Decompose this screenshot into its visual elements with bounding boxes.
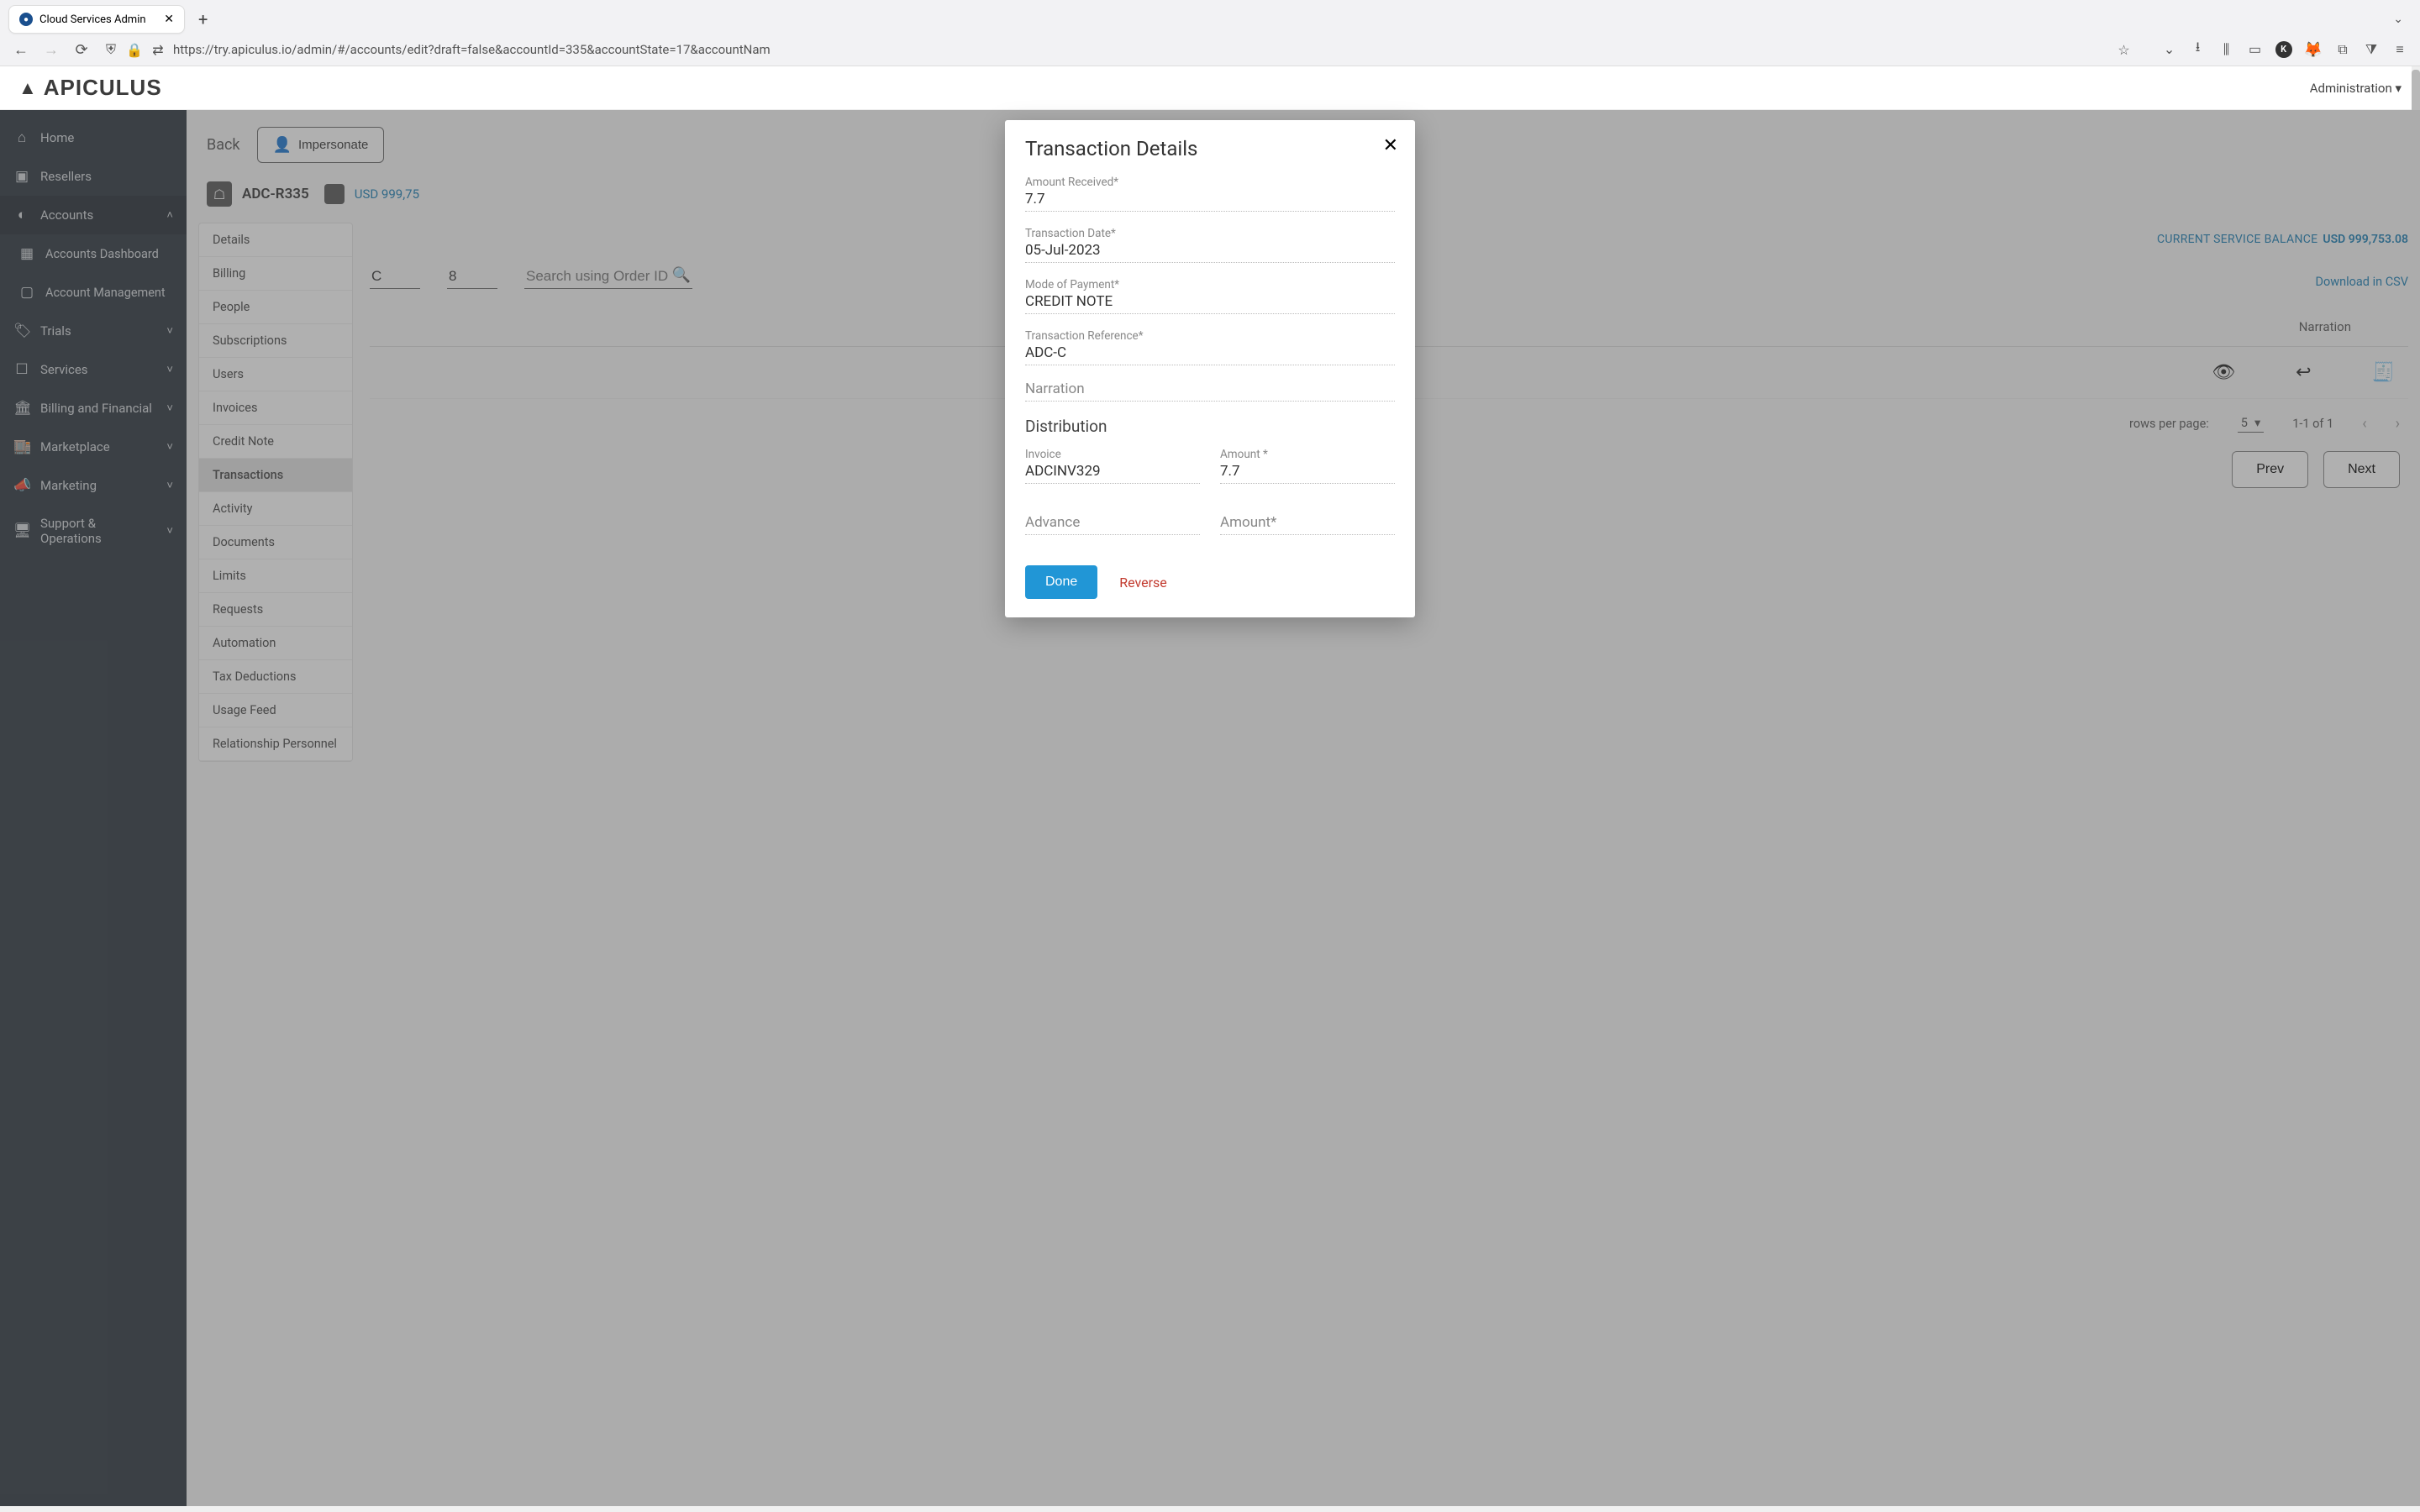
url-text: https://try.apiculus.io/admin/#/accounts…: [173, 42, 2109, 57]
label-invoice: Invoice: [1025, 448, 1200, 461]
placeholder-advance: Advance: [1025, 514, 1200, 535]
label-transaction-date: Transaction Date*: [1025, 227, 1395, 240]
value-transaction-date: 05-Jul-2023: [1025, 242, 1395, 263]
ext-crop-icon[interactable]: ⧉: [2334, 41, 2351, 58]
label-transaction-ref: Transaction Reference*: [1025, 329, 1395, 343]
transaction-details-modal: Transaction Details ✕ Amount Received* 7…: [1005, 120, 1415, 617]
value-amount-received: 7.7: [1025, 191, 1395, 212]
label-mode-of-payment: Mode of Payment*: [1025, 278, 1395, 291]
value-mode-of-payment: CREDIT NOTE: [1025, 293, 1395, 314]
reverse-button[interactable]: Reverse: [1119, 575, 1167, 591]
label-dist-amount: Amount *: [1220, 448, 1395, 461]
field-narration[interactable]: Narration: [1025, 381, 1395, 402]
field-advance-amount[interactable]: Amount*: [1220, 514, 1395, 535]
url-bar[interactable]: ⛨ 🔒 ⇄ https://try.apiculus.io/admin/#/ac…: [103, 41, 2133, 58]
modal-title: Transaction Details: [1025, 137, 1395, 160]
chevron-down-icon: ▾: [2395, 81, 2402, 96]
logo-text: APICULUS: [44, 75, 162, 101]
app-logo[interactable]: APICULUS: [18, 75, 162, 101]
browser-chrome: ● Cloud Services Admin ✕ + ⌄ ← → ⟳ ⛨ 🔒 ⇄…: [0, 0, 2420, 66]
field-transaction-date[interactable]: Transaction Date* 05-Jul-2023: [1025, 227, 1395, 263]
field-amount-received[interactable]: Amount Received* 7.7: [1025, 176, 1395, 212]
shield-icon[interactable]: ⛨: [103, 41, 119, 58]
field-advance[interactable]: Advance: [1025, 514, 1200, 535]
ext-metamask-icon[interactable]: 🦊: [2304, 41, 2323, 59]
lock-icon[interactable]: 🔒: [126, 41, 143, 58]
pocket-icon[interactable]: ⌄: [2161, 41, 2178, 58]
ext-k-icon[interactable]: K: [2275, 41, 2292, 58]
permissions-icon[interactable]: ⇄: [150, 41, 166, 58]
extensions-icon[interactable]: ⧩: [2363, 41, 2380, 58]
toolbar-extensions: ⌄ ⭳ ⫼ ▭ K 🦊 ⧉ ⧩ ≡: [2161, 41, 2408, 59]
distribution-row-1: Invoice ADCINV329 Amount * 7.7: [1025, 448, 1395, 499]
field-transaction-ref[interactable]: Transaction Reference* ADC-C: [1025, 329, 1395, 365]
reader-icon[interactable]: ▭: [2247, 41, 2264, 58]
field-dist-amount[interactable]: Amount * 7.7: [1220, 448, 1395, 484]
star-icon[interactable]: ☆: [2116, 41, 2133, 58]
field-mode-of-payment[interactable]: Mode of Payment* CREDIT NOTE: [1025, 278, 1395, 314]
distribution-title: Distribution: [1025, 417, 1395, 436]
admin-dropdown[interactable]: Administration ▾: [2310, 81, 2402, 96]
logo-mark-icon: [18, 77, 39, 99]
forward-icon[interactable]: →: [42, 40, 60, 59]
modal-close-icon[interactable]: ✕: [1383, 135, 1398, 156]
tabstrip: ● Cloud Services Admin ✕ + ⌄: [0, 0, 2420, 34]
app-header: APICULUS Administration ▾: [0, 66, 2420, 110]
tab-close-icon[interactable]: ✕: [164, 13, 174, 26]
downloads-icon[interactable]: ⭳: [2190, 41, 2207, 58]
value-transaction-ref: ADC-C: [1025, 344, 1395, 365]
tab-title: Cloud Services Admin: [39, 13, 146, 26]
browser-tab[interactable]: ● Cloud Services Admin ✕: [8, 5, 185, 34]
field-invoice[interactable]: Invoice ADCINV329: [1025, 448, 1200, 484]
app-root: APICULUS Administration ▾ ⌂Home▣Reseller…: [0, 66, 2420, 1506]
value-dist-amount: 7.7: [1220, 463, 1395, 484]
done-button[interactable]: Done: [1025, 565, 1097, 599]
value-invoice: ADCINV329: [1025, 463, 1200, 484]
favicon-icon: ●: [19, 13, 33, 26]
distribution-row-2: Advance Amount*: [1025, 514, 1395, 550]
label-amount-received: Amount Received*: [1025, 176, 1395, 189]
back-icon[interactable]: ←: [12, 40, 30, 59]
modal-actions: Done Reverse: [1025, 565, 1395, 599]
menu-icon[interactable]: ≡: [2391, 41, 2408, 58]
modal-overlay[interactable]: Transaction Details ✕ Amount Received* 7…: [0, 110, 2420, 1506]
admin-label: Administration: [2310, 81, 2392, 96]
new-tab-button[interactable]: +: [193, 8, 213, 31]
reload-icon[interactable]: ⟳: [72, 40, 91, 59]
placeholder-narration: Narration: [1025, 381, 1395, 402]
placeholder-advance-amount: Amount*: [1220, 514, 1395, 535]
tabs-overflow-icon[interactable]: ⌄: [2393, 13, 2412, 26]
bookshelf-icon[interactable]: ⫼: [2218, 41, 2235, 58]
browser-toolbar: ← → ⟳ ⛨ 🔒 ⇄ https://try.apiculus.io/admi…: [0, 34, 2420, 66]
